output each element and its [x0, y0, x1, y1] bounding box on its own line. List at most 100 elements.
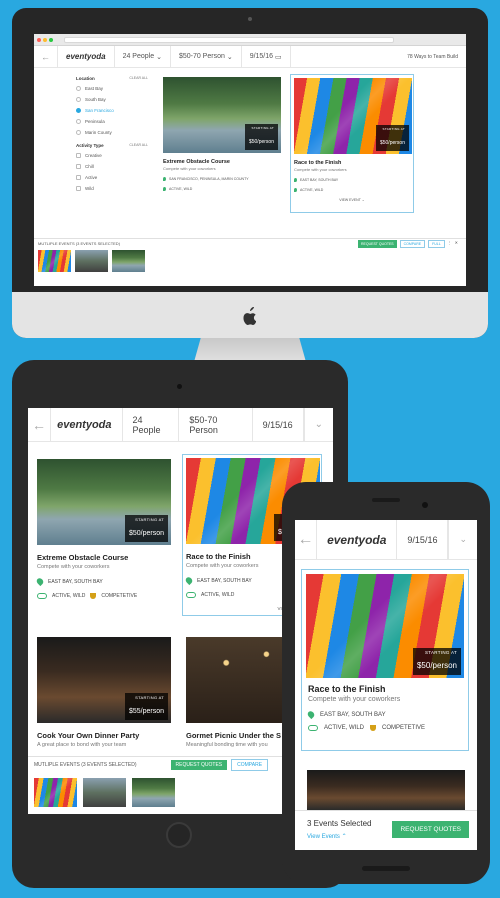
clear-location-button[interactable]: CLEAR ALL	[129, 76, 148, 81]
logo[interactable]: eventyoda	[317, 520, 398, 559]
maximize-dot-icon[interactable]	[49, 38, 53, 42]
close-icon[interactable]: ✕	[455, 240, 458, 248]
price-value: $50-70 Person	[178, 53, 225, 60]
people-select[interactable]: 24 People ⌄	[115, 46, 171, 67]
people-select[interactable]: 24 People	[123, 408, 180, 441]
thumbnail[interactable]	[34, 778, 77, 807]
chevron-down-icon[interactable]: ⌄	[448, 520, 477, 559]
event-card-selected[interactable]: STARTING AT $50/person Race to the Finish…	[290, 74, 414, 213]
price-label: STARTING AT	[135, 517, 164, 522]
event-card[interactable]: STARTING AT $50/person Extreme Obstacle C…	[160, 74, 284, 213]
chevron-down-icon[interactable]: ⌄	[303, 408, 333, 441]
event-tags: ACTIVE, WILD	[163, 187, 281, 191]
compare-button[interactable]: COMPARE	[231, 758, 269, 771]
price-value: $50/person	[248, 139, 274, 145]
trophy-icon	[90, 593, 97, 599]
address-bar[interactable]	[64, 37, 394, 43]
event-title: Extreme Obstacle Course	[163, 159, 230, 165]
filter-option[interactable]: South Bay	[76, 97, 148, 102]
event-card[interactable]: STARTING AT $55/person Cook Your Own Dinn…	[34, 634, 174, 756]
imac-stand	[194, 338, 306, 362]
phone-navbar: ← eventyoda 9/15/16 ⌄	[295, 520, 477, 560]
people-value: 24 People	[122, 53, 155, 60]
filter-option-label: Peninsula	[85, 119, 105, 124]
competitive-tag: COMPETETIVE	[101, 593, 138, 599]
thumbnail[interactable]	[75, 250, 108, 272]
view-event-link[interactable]: VIEW EVENT ⌄	[291, 198, 413, 202]
full-button[interactable]: FULL	[428, 239, 445, 248]
price-value: $50/person	[379, 140, 405, 146]
thumbnail[interactable]	[83, 778, 126, 807]
price-label: STARTING AT	[424, 650, 457, 655]
event-card[interactable]: STARTING AT $50/person Extreme Obstacle C…	[34, 456, 174, 607]
minimize-dot-icon[interactable]	[43, 38, 47, 42]
thumbnail[interactable]	[132, 778, 175, 807]
filter-option[interactable]: Active	[76, 175, 148, 180]
checkbox-icon	[76, 153, 81, 158]
desktop-screen: ← eventyoda 24 People ⌄ $50-70 Person ⌄ …	[34, 34, 466, 286]
request-quotes-button[interactable]: REQUEST QUOTES	[170, 759, 228, 770]
tablet-navbar: ← eventyoda 24 People $50-70 Person 9/15…	[28, 408, 333, 442]
logo[interactable]: eventyoda	[51, 408, 123, 441]
competitive-tag: COMPETETIVE	[382, 725, 426, 731]
speaker-icon	[372, 498, 400, 502]
chevron-down-icon: ⌄	[361, 198, 365, 202]
price-select[interactable]: $50-70 Person	[179, 408, 253, 441]
logo[interactable]: eventyoda	[58, 46, 115, 67]
event-subtitle: Compete with your coworkers	[37, 564, 110, 570]
location-pin-icon	[306, 709, 316, 720]
filter-option[interactable]: Wild	[76, 186, 148, 191]
phone-mockup: ← eventyoda 9/15/16 ⌄ STARTING AT $50/per…	[282, 482, 490, 884]
location-text: SAN FRANCISCO, PENINSULA, MARIN COUNTY	[169, 177, 249, 181]
event-subtitle: Compete with your coworkers	[308, 696, 401, 703]
location-pin-icon	[163, 177, 166, 181]
view-events-link[interactable]: View Events ⌃	[307, 833, 347, 840]
date-select[interactable]: 9/15/16 ▭	[242, 46, 291, 67]
event-image: STARTING AT $50/person	[163, 77, 281, 153]
price-value: $50/person	[416, 661, 457, 670]
filter-option-label: Wild	[85, 186, 94, 191]
location-text: EAST BAY, SOUTH BAY	[320, 711, 386, 718]
trophy-icon	[370, 725, 377, 731]
event-subtitle: Compete with your coworkers	[163, 166, 216, 171]
event-image[interactable]	[307, 770, 465, 810]
request-quotes-button[interactable]: REQUEST QUOTES	[392, 821, 469, 838]
back-arrow-icon[interactable]: ←	[28, 408, 52, 441]
event-title: Extreme Obstacle Course	[37, 553, 129, 562]
location-text: EAST BAY, SOUTH BAY	[300, 178, 339, 182]
back-arrow-icon[interactable]: ←	[295, 520, 318, 559]
price-select[interactable]: $50-70 Person ⌄	[171, 46, 242, 67]
thumbnail[interactable]	[38, 250, 71, 272]
event-title: Cook Your Own Dinner Party	[37, 731, 140, 740]
event-tags: ACTIVE, WILD COMPETETIVE	[308, 725, 462, 731]
back-arrow-icon[interactable]: ←	[34, 46, 58, 67]
filter-option[interactable]: Creative	[76, 153, 148, 158]
filter-option[interactable]: Chill	[76, 164, 148, 169]
filter-option[interactable]: Marin County	[76, 130, 148, 135]
tags-text: ACTIVE, WILD	[300, 188, 324, 192]
date-select[interactable]: 9/15/16	[397, 520, 449, 559]
event-image: STARTING AT $50/person	[294, 78, 412, 154]
home-button[interactable]	[166, 822, 192, 848]
event-card-selected[interactable]: STARTING AT $50/person Race to the Finish…	[301, 569, 469, 751]
price-tag: STARTING AT $50/person	[412, 648, 461, 675]
event-image: STARTING AT $50/person	[37, 459, 171, 545]
apple-logo-icon	[243, 307, 256, 325]
filter-option-selected[interactable]: San Francisco	[76, 108, 148, 113]
event-subtitle: Compete with your coworkers	[294, 167, 347, 172]
checkbox-icon	[76, 186, 81, 191]
date-select[interactable]: 9/15/16	[253, 408, 304, 441]
filter-option[interactable]: Peninsula	[76, 119, 148, 124]
clear-activity-button[interactable]: CLEAR ALL	[129, 143, 148, 148]
close-dot-icon[interactable]	[37, 38, 41, 42]
more-icon[interactable]: ⋮	[448, 240, 452, 248]
event-image: STARTING AT $50/person	[306, 574, 464, 678]
request-quotes-button[interactable]: REQUEST QUOTES	[358, 239, 397, 248]
location-text: EAST BAY, SOUTH BAY	[48, 578, 103, 585]
selected-thumbnails	[34, 778, 175, 807]
filter-option[interactable]: East Bay	[76, 86, 148, 91]
compare-button[interactable]: COMPARE	[399, 239, 426, 248]
event-location: EAST BAY, SOUTH BAY	[35, 576, 171, 587]
filter-option-label: South Bay	[85, 97, 106, 102]
thumbnail[interactable]	[112, 250, 145, 272]
